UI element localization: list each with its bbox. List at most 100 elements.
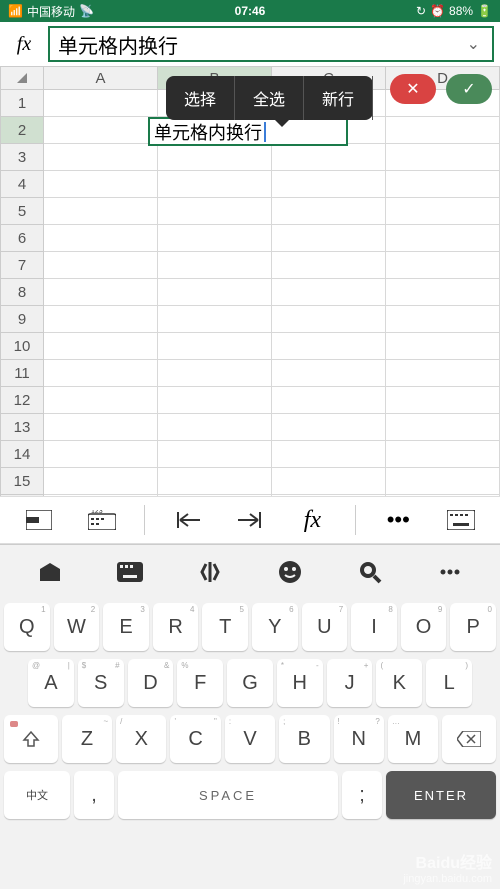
key-n[interactable]: !N? — [334, 715, 384, 763]
key-i[interactable]: I8 — [351, 603, 397, 651]
cell-B7[interactable] — [158, 252, 272, 279]
row-header-7[interactable]: 7 — [0, 252, 44, 279]
key-k[interactable]: (K — [376, 659, 422, 707]
key-space[interactable]: SPACE — [118, 771, 338, 819]
cell-D11[interactable] — [386, 360, 500, 387]
row-header-12[interactable]: 12 — [0, 387, 44, 414]
cell-C12[interactable] — [272, 387, 386, 414]
row-header-5[interactable]: 5 — [0, 198, 44, 225]
key-h[interactable]: *H- — [277, 659, 323, 707]
cell-D12[interactable] — [386, 387, 500, 414]
cell-C14[interactable] — [272, 441, 386, 468]
cell-A15[interactable] — [44, 468, 158, 495]
key-j[interactable]: J+ — [327, 659, 373, 707]
key-b[interactable]: ;B — [279, 715, 329, 763]
cell-B10[interactable] — [158, 333, 272, 360]
key-q[interactable]: Q1 — [4, 603, 50, 651]
cell-D8[interactable] — [386, 279, 500, 306]
key-backspace[interactable] — [442, 715, 496, 763]
cell-C8[interactable] — [272, 279, 386, 306]
cell-D7[interactable] — [386, 252, 500, 279]
more-options-icon[interactable]: ••• — [378, 500, 418, 540]
cell-D13[interactable] — [386, 414, 500, 441]
kb-layout-icon[interactable] — [110, 552, 150, 592]
cell-B8[interactable] — [158, 279, 272, 306]
select-all-corner[interactable] — [0, 66, 44, 90]
prev-cell-icon[interactable] — [168, 500, 208, 540]
cell-B9[interactable] — [158, 306, 272, 333]
cell-C9[interactable] — [272, 306, 386, 333]
row-header-13[interactable]: 13 — [0, 414, 44, 441]
cell-C13[interactable] — [272, 414, 386, 441]
key-g[interactable]: G — [227, 659, 273, 707]
cancel-button[interactable]: ✕ — [390, 74, 436, 104]
key-e[interactable]: E3 — [103, 603, 149, 651]
row-header-8[interactable]: 8 — [0, 279, 44, 306]
next-cell-icon[interactable] — [230, 500, 270, 540]
key-r[interactable]: R4 — [153, 603, 199, 651]
key-o[interactable]: O9 — [401, 603, 447, 651]
cell-A3[interactable] — [44, 144, 158, 171]
row-header-9[interactable]: 9 — [0, 306, 44, 333]
formula-expand-icon[interactable]: ⌄ — [463, 34, 484, 54]
spreadsheet-grid[interactable]: A B C D 12345678910111213141516 单元格内换行 — [0, 66, 500, 496]
kb-sticker-icon[interactable] — [30, 552, 70, 592]
row-header-1[interactable]: 1 — [0, 90, 44, 117]
key-s[interactable]: $S# — [78, 659, 124, 707]
cell-D5[interactable] — [386, 198, 500, 225]
cell-A1[interactable] — [44, 90, 158, 117]
key-m[interactable]: …M — [388, 715, 438, 763]
cell-A9[interactable] — [44, 306, 158, 333]
context-new-line[interactable]: 新行 — [304, 76, 373, 120]
cell-C11[interactable] — [272, 360, 386, 387]
context-select[interactable]: 选择 — [166, 76, 235, 120]
cell-B6[interactable] — [158, 225, 272, 252]
cell-C4[interactable] — [272, 171, 386, 198]
cell-A4[interactable] — [44, 171, 158, 198]
row-header-11[interactable]: 11 — [0, 360, 44, 387]
keyboard-toggle-icon[interactable] — [441, 500, 481, 540]
key-shift[interactable] — [4, 715, 58, 763]
number-keyboard-icon[interactable]: 123 — [82, 500, 122, 540]
cell-D10[interactable] — [386, 333, 500, 360]
cell-D2[interactable] — [386, 117, 500, 144]
row-header-4[interactable]: 4 — [0, 171, 44, 198]
key-u[interactable]: U7 — [302, 603, 348, 651]
row-header-2[interactable]: 2 — [0, 117, 44, 144]
kb-search-icon[interactable] — [350, 552, 390, 592]
cell-B15[interactable] — [158, 468, 272, 495]
cell-A7[interactable] — [44, 252, 158, 279]
cell-D3[interactable] — [386, 144, 500, 171]
cell-C6[interactable] — [272, 225, 386, 252]
cell-C3[interactable] — [272, 144, 386, 171]
context-select-all[interactable]: 全选 — [235, 76, 304, 120]
cell-B14[interactable] — [158, 441, 272, 468]
key-x[interactable]: /X — [116, 715, 166, 763]
key-v[interactable]: :V — [225, 715, 275, 763]
cell-A2[interactable] — [44, 117, 158, 144]
key-t[interactable]: T5 — [202, 603, 248, 651]
key-z[interactable]: Z~ — [62, 715, 112, 763]
cell-D4[interactable] — [386, 171, 500, 198]
key-y[interactable]: Y6 — [252, 603, 298, 651]
cell-B11[interactable] — [158, 360, 272, 387]
cell-D14[interactable] — [386, 441, 500, 468]
cell-A10[interactable] — [44, 333, 158, 360]
cell-B13[interactable] — [158, 414, 272, 441]
cell-D15[interactable] — [386, 468, 500, 495]
cell-B5[interactable] — [158, 198, 272, 225]
kb-emoji-icon[interactable] — [270, 552, 310, 592]
key-w[interactable]: W2 — [54, 603, 100, 651]
cell-D9[interactable] — [386, 306, 500, 333]
confirm-button[interactable]: ✓ — [446, 74, 492, 104]
row-header-14[interactable]: 14 — [0, 441, 44, 468]
active-cell[interactable]: 单元格内换行 — [148, 117, 348, 146]
cell-B3[interactable] — [158, 144, 272, 171]
cell-A11[interactable] — [44, 360, 158, 387]
key-comma[interactable]: , — [74, 771, 114, 819]
row-header-6[interactable]: 6 — [0, 225, 44, 252]
kb-cursor-icon[interactable] — [190, 552, 230, 592]
row-header-3[interactable]: 3 — [0, 144, 44, 171]
key-a[interactable]: @A| — [28, 659, 74, 707]
row-header-10[interactable]: 10 — [0, 333, 44, 360]
